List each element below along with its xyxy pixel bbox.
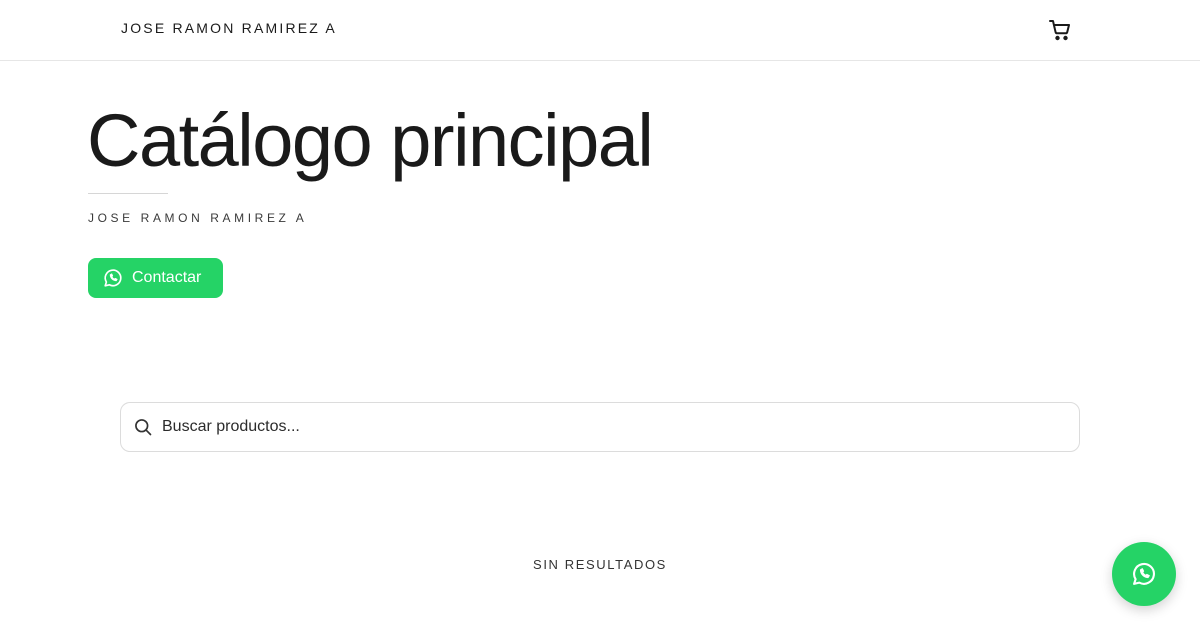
- title-divider: [88, 193, 168, 194]
- whatsapp-floating-button[interactable]: [1112, 542, 1176, 606]
- page-title: Catálogo principal: [87, 99, 654, 182]
- contact-button-label: Contactar: [132, 269, 202, 286]
- top-bar: JOSE RAMON RAMIREZ A: [0, 0, 1200, 61]
- cart-icon: [1049, 20, 1070, 41]
- whatsapp-icon: [1133, 562, 1155, 585]
- contact-button[interactable]: Contactar: [88, 258, 223, 298]
- search-icon: [133, 417, 153, 437]
- page-subtitle: JOSE RAMON RAMIREZ A: [88, 211, 308, 225]
- cart-button[interactable]: [1046, 17, 1074, 43]
- whatsapp-icon: [102, 267, 124, 289]
- empty-results-label: SIN RESULTADOS: [533, 557, 667, 572]
- search-input[interactable]: [162, 418, 1042, 436]
- brand-name[interactable]: JOSE RAMON RAMIREZ A: [121, 20, 337, 36]
- search-bar[interactable]: [120, 402, 1080, 452]
